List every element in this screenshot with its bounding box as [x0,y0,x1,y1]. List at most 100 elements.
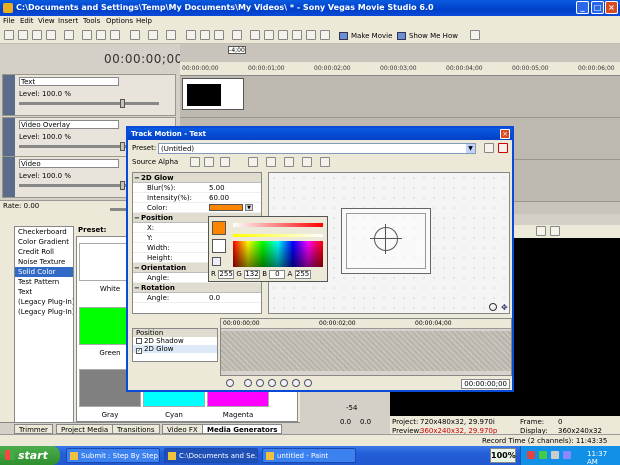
selection-edit-icon[interactable] [278,30,288,40]
level-slider[interactable] [19,102,159,105]
help-icon[interactable] [470,30,480,40]
text-clip[interactable] [182,78,244,110]
paste-icon[interactable] [110,30,120,40]
menu-tools[interactable]: Tools [83,17,100,25]
timeline-ruler[interactable]: 00:00:00;00 00:00:01;00 00:00:02;00 00:0… [180,62,620,76]
generator-list[interactable]: Checkerboard Color Gradient Credit Roll … [14,226,74,426]
tab-transitions[interactable]: Transitions [112,424,160,434]
show-me-how-button[interactable]: Show Me How [394,29,462,42]
chevron-down-icon[interactable]: ▼ [466,144,475,153]
auto-crossfade-icon[interactable] [200,30,210,40]
generator-item[interactable]: Noise Texture [15,257,73,267]
menu-edit[interactable]: Edit [20,17,34,25]
undo-icon[interactable] [130,30,140,40]
delete-keyframe-icon[interactable] [280,379,288,387]
close-button[interactable]: × [605,1,618,14]
keyframe-ruler[interactable]: 00:00:00;00 00:00:02;00 00:00:04;00 [221,319,511,329]
track-lane-text[interactable] [180,76,620,118]
generator-item[interactable]: (Legacy Plug-In) Ti [15,297,73,307]
snap-icon[interactable] [186,30,196,40]
tab-trimmer[interactable]: Trimmer [14,424,53,434]
preview-copy-icon[interactable] [550,226,560,236]
prop-rotation-angle[interactable]: Angle: 0.0 [133,293,261,303]
envelope-edit-icon[interactable] [264,30,274,40]
generator-item-selected[interactable]: Solid Color [15,267,73,277]
trim-icon[interactable] [320,30,330,40]
checkbox[interactable] [136,338,142,344]
menu-help[interactable]: Help [136,17,152,25]
r-input[interactable]: 255 [218,270,235,279]
next-keyframe-icon[interactable] [292,379,300,387]
generator-item[interactable]: Checkerboard [15,227,73,237]
generator-item[interactable]: Test Pattern [15,277,73,287]
prop-blur[interactable]: Blur(%): 5.00 [133,183,261,193]
scale-about-center-icon[interactable] [320,157,330,167]
section-2d-glow[interactable]: 2D Glow [133,173,261,183]
ripple-icon[interactable] [214,30,224,40]
generator-item[interactable]: Credit Roll [15,247,73,257]
snap-grid-icon[interactable] [220,157,230,167]
minimize-button[interactable]: _ [576,1,589,14]
menu-insert[interactable]: Insert [58,17,78,25]
tab-media-generators[interactable]: Media Generators [202,424,283,434]
copy-icon[interactable] [96,30,106,40]
move-icon[interactable]: ✥ [501,303,508,312]
first-keyframe-icon[interactable] [244,379,252,387]
b-input[interactable]: 0 [269,270,286,279]
volume-icon[interactable] [563,451,571,459]
chevron-down-icon[interactable]: ▼ [245,204,253,211]
keyframe-strip[interactable] [221,331,511,371]
delete-icon[interactable] [166,30,176,40]
eyedropper-icon[interactable] [212,257,221,266]
taskbar-item-paint[interactable]: untitled - Paint [262,448,356,463]
zoom-edit-icon[interactable] [292,30,302,40]
section-rotation[interactable]: Rotation [133,283,261,293]
edit-in-object-space-icon[interactable] [248,157,258,167]
tab-video-fx[interactable]: Video FX [162,424,203,434]
tray-icon[interactable] [539,451,547,459]
add-keyframe-icon[interactable] [268,379,276,387]
generator-item[interactable]: Color Gradient [15,237,73,247]
make-movie-button[interactable]: Make Movie [336,29,396,42]
prop-intensity[interactable]: Intensity(%): 60.00 [133,193,261,203]
sync-cursor-icon[interactable] [226,379,234,387]
prop-value[interactable]: 0.0 [209,294,220,302]
taskbar-item-folder[interactable]: C:\Documents and Se... [164,448,258,463]
color-swatch[interactable] [209,204,243,211]
level-slider-knob[interactable] [120,142,125,151]
track-list-item-2d-shadow[interactable]: 2D Shadow [133,337,217,345]
menu-options[interactable]: Options [106,17,133,25]
open-icon[interactable] [18,30,28,40]
zoom-icon[interactable] [489,303,497,311]
tab-project-media[interactable]: Project Media [56,424,114,434]
generator-item[interactable]: Text [15,287,73,297]
taskbar-item-submit[interactable]: Submit : Step By Step... [66,448,160,463]
new-icon[interactable] [4,30,14,40]
a-input[interactable]: 255 [294,270,311,279]
prevent-movement-y-icon[interactable] [284,157,294,167]
reset-icon[interactable] [190,157,200,167]
zoom-indicator[interactable]: 100% [490,448,516,463]
preset-dropdown[interactable]: (Untitled) ▼ [158,143,476,154]
alpha-slider[interactable] [233,223,323,227]
save-icon[interactable] [32,30,42,40]
3d-icon[interactable] [204,157,214,167]
lock-aspect-icon[interactable] [302,157,312,167]
track-name[interactable]: Video Overlay [19,120,119,129]
redo-icon[interactable] [148,30,158,40]
properties-icon[interactable] [64,30,74,40]
split-icon[interactable] [306,30,316,40]
prop-value[interactable]: 60.00 [209,194,229,202]
color-spectrum[interactable] [233,241,323,267]
checkbox-checked[interactable]: ✓ [136,348,142,354]
prop-color[interactable]: Color: ▼ [133,203,261,213]
maximize-button[interactable]: □ [591,1,604,14]
source-alpha-dropdown[interactable]: Source Alpha [132,158,178,166]
delete-preset-icon[interactable] [498,143,508,153]
save-preset-icon[interactable] [484,143,494,153]
level-slider-knob[interactable] [120,99,125,108]
g-input[interactable]: 132 [244,270,261,279]
start-button[interactable]: start [0,446,60,465]
keyframe-time[interactable]: 00:00:00;00 [461,379,510,389]
render-icon[interactable] [46,30,56,40]
